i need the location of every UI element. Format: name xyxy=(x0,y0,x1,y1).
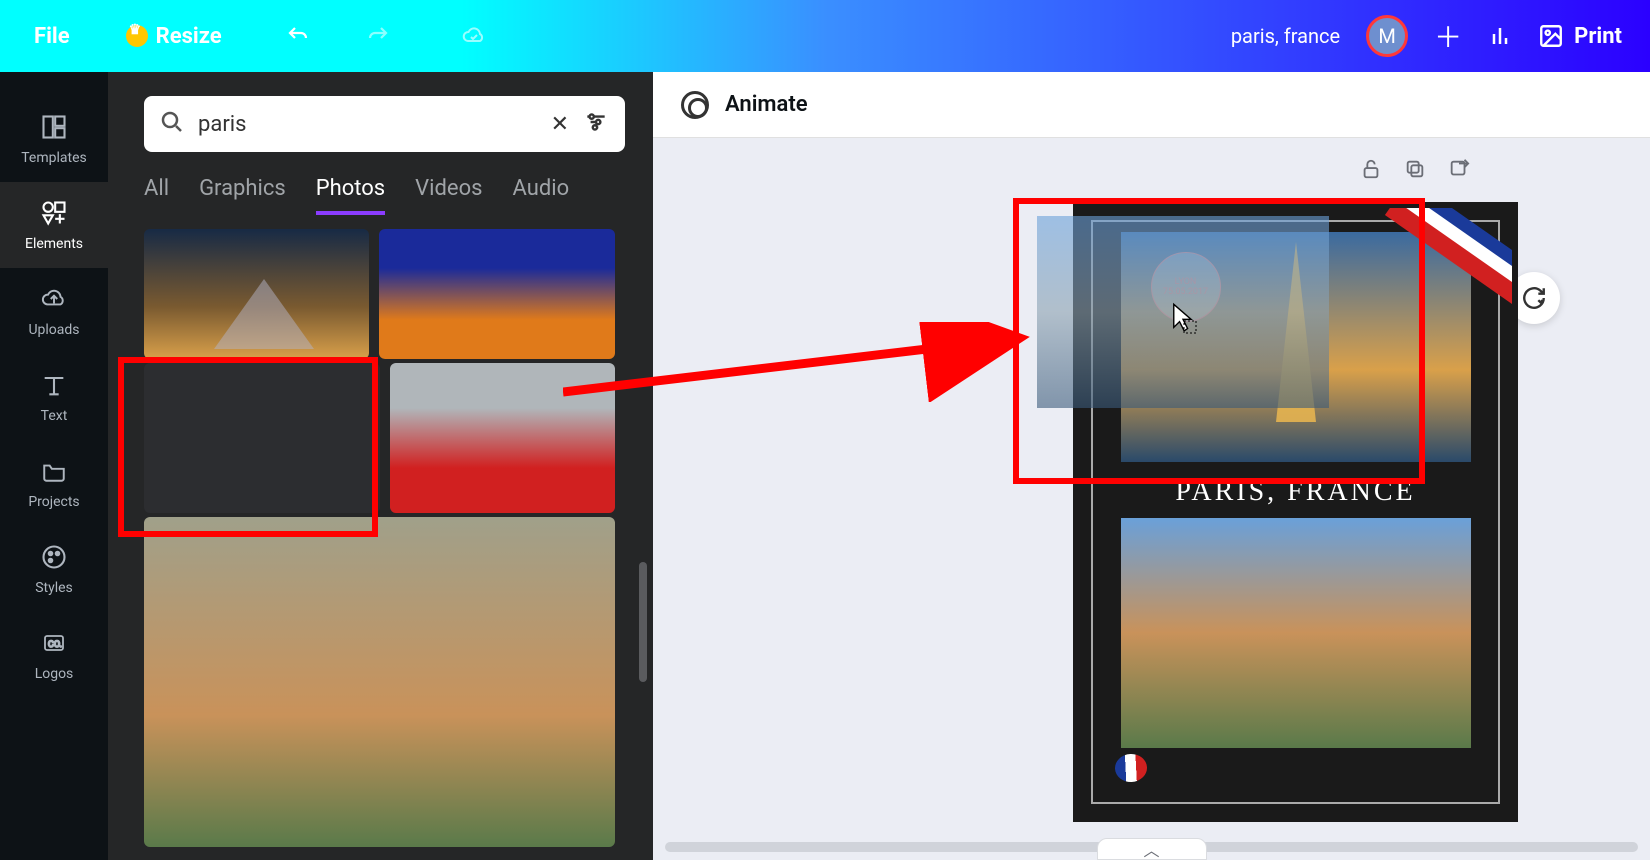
logos-icon: CO. xyxy=(39,628,69,658)
uploads-icon xyxy=(39,284,69,314)
tab-audio[interactable]: Audio xyxy=(513,176,570,215)
canvas-area: Animate LYON 75.05.2017 PARIS, FRANCE xyxy=(653,72,1650,860)
rail-uploads-label: Uploads xyxy=(28,322,79,338)
poster-bottom-image[interactable] xyxy=(1121,518,1471,748)
tab-graphics[interactable]: Graphics xyxy=(199,176,286,215)
resize-button[interactable]: Resize xyxy=(126,24,222,49)
rail-uploads[interactable]: Uploads xyxy=(0,268,108,354)
add-collaborator-icon[interactable]: ＋ xyxy=(1434,16,1462,56)
image-icon xyxy=(1538,23,1564,49)
print-label: Print xyxy=(1574,24,1622,49)
sidebar-rail: Templates Elements Uploads Text Projects… xyxy=(0,72,108,860)
page-navigator-handle[interactable]: ︿ xyxy=(1097,838,1207,860)
document-name[interactable]: paris, france xyxy=(1231,24,1340,48)
rail-projects-label: Projects xyxy=(28,494,79,510)
templates-icon xyxy=(39,112,69,142)
photo-result-louvre[interactable] xyxy=(144,229,369,359)
chevron-up-icon: ︿ xyxy=(1143,837,1159,861)
panel-scroll-thumb[interactable] xyxy=(639,562,647,682)
resize-label: Resize xyxy=(156,24,222,49)
tab-photos[interactable]: Photos xyxy=(316,176,385,215)
rail-logos[interactable]: CO. Logos xyxy=(0,612,108,698)
top-header: File Resize paris, france M ＋ Print xyxy=(0,0,1650,72)
rail-templates[interactable]: Templates xyxy=(0,96,108,182)
main: Templates Elements Uploads Text Projects… xyxy=(0,72,1650,860)
search-box[interactable]: ✕ xyxy=(144,96,625,152)
share-page-icon[interactable] xyxy=(1448,158,1470,184)
animate-button[interactable]: Animate xyxy=(725,92,808,117)
header-left: File Resize xyxy=(34,24,486,49)
photo-grid xyxy=(144,229,625,860)
rail-elements-label: Elements xyxy=(25,236,83,252)
crown-icon xyxy=(126,25,148,47)
svg-text:CO.: CO. xyxy=(48,640,62,650)
projects-icon xyxy=(39,456,69,486)
photo-result-moulin-rouge[interactable] xyxy=(390,363,615,513)
rail-text[interactable]: Text xyxy=(0,354,108,440)
rail-styles-label: Styles xyxy=(35,580,73,596)
heart-flag-icon xyxy=(1114,753,1147,783)
elements-icon xyxy=(39,198,69,228)
search-input[interactable] xyxy=(198,112,537,137)
styles-icon xyxy=(39,542,69,572)
ribbon-decoration xyxy=(1382,208,1512,308)
rail-templates-label: Templates xyxy=(21,150,87,166)
print-button[interactable]: Print xyxy=(1538,23,1622,49)
clear-search-icon[interactable]: ✕ xyxy=(551,112,569,137)
photo-result-arc[interactable] xyxy=(379,229,615,359)
page-actions xyxy=(1360,158,1470,184)
header-right: paris, france M ＋ Print xyxy=(1231,15,1622,57)
rail-elements[interactable]: Elements xyxy=(0,182,108,268)
panel-scrollbar[interactable] xyxy=(639,302,647,702)
tab-all[interactable]: All xyxy=(144,176,169,215)
poster-title[interactable]: PARIS, FRANCE xyxy=(1175,476,1415,508)
redo-icon[interactable] xyxy=(366,24,390,48)
photo-result-empty-dragged[interactable] xyxy=(144,363,380,513)
tab-videos[interactable]: Videos xyxy=(415,176,482,215)
duplicate-page-icon[interactable] xyxy=(1404,158,1426,184)
context-toolbar: Animate xyxy=(653,72,1650,138)
elements-panel: ✕ All Graphics Photos Videos Audio xyxy=(108,72,653,860)
rail-styles[interactable]: Styles xyxy=(0,526,108,612)
rail-logos-label: Logos xyxy=(35,666,74,682)
undo-icon[interactable] xyxy=(286,24,310,48)
file-menu-button[interactable]: File xyxy=(34,24,70,49)
refresh-icon xyxy=(1521,285,1547,311)
avatar[interactable]: M xyxy=(1366,15,1408,57)
photo-result-seine[interactable] xyxy=(144,517,615,847)
lock-icon[interactable] xyxy=(1360,158,1382,184)
rail-projects[interactable]: Projects xyxy=(0,440,108,526)
animate-icon xyxy=(681,91,709,119)
dragged-photo-ghost xyxy=(1037,216,1329,408)
category-tabs: All Graphics Photos Videos Audio xyxy=(144,176,625,215)
search-icon xyxy=(160,110,184,138)
insights-icon[interactable] xyxy=(1488,24,1512,48)
text-icon xyxy=(39,370,69,400)
rail-text-label: Text xyxy=(41,408,68,424)
filter-icon[interactable] xyxy=(583,109,609,139)
cloud-sync-icon[interactable] xyxy=(462,24,486,48)
